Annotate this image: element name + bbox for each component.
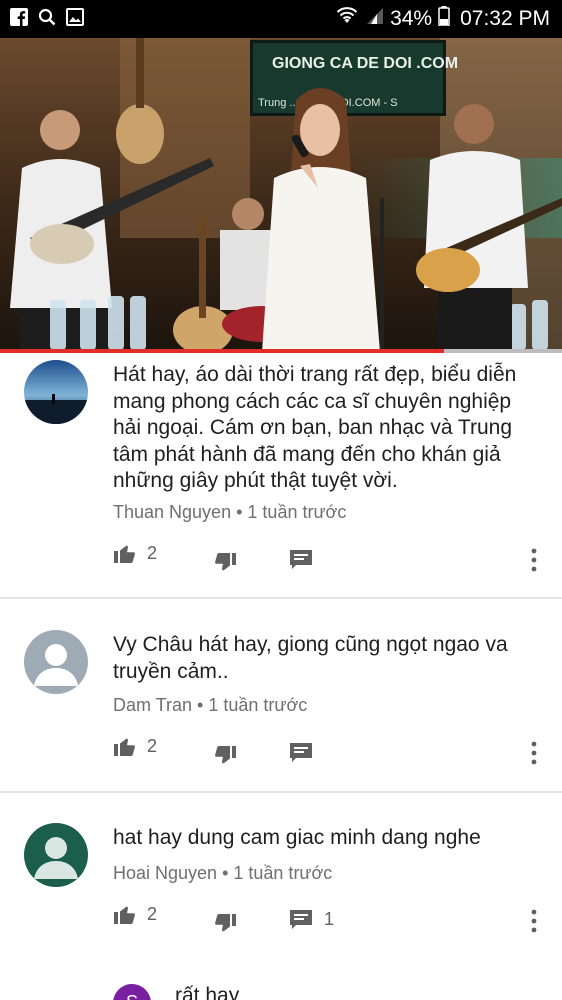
default-avatar-icon xyxy=(34,837,78,879)
meta-separator: • xyxy=(222,863,234,883)
more-vertical-icon xyxy=(531,548,537,572)
status-bar: 34% 07:32 PM xyxy=(0,0,562,38)
video-player[interactable]: GIONG CA DE DOI .COM Trung ... CADEDOI.C… xyxy=(0,38,562,352)
battery-icon xyxy=(438,6,450,32)
video-frame: GIONG CA DE DOI .COM Trung ... CADEDOI.C… xyxy=(0,38,562,352)
search-icon xyxy=(38,8,56,26)
comment-text: hat hay dung cam giac minh dang nghe xyxy=(113,826,481,849)
facebook-icon xyxy=(10,8,28,26)
video-progress-fill xyxy=(0,349,444,353)
comment-meta: Dam Tran • 1 tuần trước xyxy=(113,695,307,716)
avatar[interactable] xyxy=(24,630,88,694)
thumbs-down-icon xyxy=(215,553,236,571)
like-count: 2 xyxy=(147,542,158,563)
comment-icon xyxy=(290,909,312,929)
thumbs-up-icon xyxy=(114,545,135,563)
like-count: 2 xyxy=(147,735,158,756)
avatar[interactable] xyxy=(24,823,88,887)
clock: 07:32 PM xyxy=(460,7,550,30)
reply-button[interactable]: 1 xyxy=(290,909,334,930)
comment-author[interactable]: Dam Tran xyxy=(113,695,192,715)
video-banner-text: GIONG CA DE DOI .COM xyxy=(272,55,458,72)
more-options-button[interactable] xyxy=(526,741,542,765)
meta-separator: • xyxy=(197,695,209,715)
comment-icon xyxy=(290,550,312,569)
battery-percent: 34% xyxy=(390,7,433,30)
reply-count: 1 xyxy=(324,909,335,929)
comment-time: 1 tuần trước xyxy=(247,502,347,522)
more-options-button[interactable] xyxy=(526,909,542,933)
comment-icon xyxy=(290,743,312,762)
more-vertical-icon xyxy=(531,909,537,933)
like-count: 2 xyxy=(147,903,158,924)
dislike-button[interactable] xyxy=(213,745,237,767)
comment-item: hat hay dung cam giac minh dang nghe Hoa… xyxy=(0,823,562,973)
image-icon xyxy=(66,8,84,26)
comment-author[interactable]: Thuan Nguyen xyxy=(113,502,231,522)
thumbs-down-icon xyxy=(215,746,236,764)
dislike-button[interactable] xyxy=(213,552,237,574)
comment-time: 1 tuần trước xyxy=(208,695,308,715)
comment-time: 1 tuần trước xyxy=(233,863,333,883)
thumbs-up-icon xyxy=(114,738,135,756)
avatar[interactable] xyxy=(24,360,88,424)
comment-item: Hát hay, áo dài thời trang rất đẹp, biểu… xyxy=(0,360,562,598)
more-options-button[interactable] xyxy=(526,548,542,572)
meta-separator: • xyxy=(236,502,248,522)
divider xyxy=(0,791,562,793)
comment-item: Vy Châu hát hay, giong cũng ngọt ngao va… xyxy=(0,630,562,790)
reply-button[interactable] xyxy=(290,743,322,763)
more-vertical-icon xyxy=(531,741,537,765)
default-avatar-icon xyxy=(34,644,78,686)
comment-meta: Thuan Nguyen • 1 tuần trước xyxy=(113,502,346,523)
like-button[interactable]: 2 xyxy=(113,542,157,564)
signal-icon xyxy=(364,7,384,31)
wifi-icon xyxy=(336,7,358,31)
like-button[interactable]: 2 xyxy=(113,735,157,757)
reply-text: rất hay xyxy=(175,984,240,1000)
thumbs-up-icon xyxy=(114,906,135,924)
comment-meta: Hoai Nguyen • 1 tuần trước xyxy=(113,863,332,884)
video-progress-bar[interactable] xyxy=(0,349,562,353)
comment-text: Vy Châu hát hay, giong cũng ngọt ngao va… xyxy=(113,633,508,683)
like-button[interactable]: 2 xyxy=(113,903,157,925)
reply-button[interactable] xyxy=(290,550,322,570)
divider xyxy=(0,597,562,599)
comment-text: Hát hay, áo dài thời trang rất đẹp, biểu… xyxy=(113,363,517,492)
thumbs-down-icon xyxy=(215,914,236,932)
comment-author[interactable]: Hoai Nguyen xyxy=(113,863,217,883)
reply-avatar[interactable]: S xyxy=(113,984,151,1000)
dislike-button[interactable] xyxy=(213,913,237,935)
